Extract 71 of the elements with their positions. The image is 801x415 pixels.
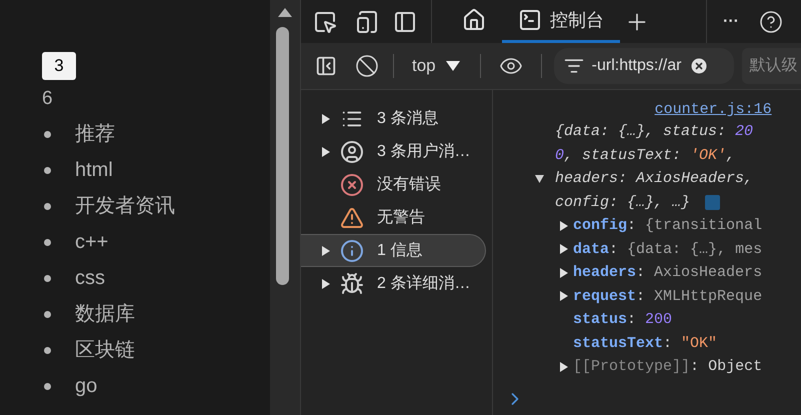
user-icon <box>340 140 364 164</box>
collapsed-triangle-icon[interactable] <box>559 220 568 231</box>
sidebar-item-label: 3 条用户消… <box>377 142 470 162</box>
sidebar-toggle-icon[interactable] <box>315 55 337 77</box>
property-row-text: statusText: "OK" <box>573 334 718 354</box>
bullet-icon <box>44 202 51 210</box>
bullet-icon <box>44 310 51 318</box>
list-item[interactable]: 开发者资讯 <box>75 191 175 221</box>
home-icon <box>462 8 486 32</box>
clear-filter-icon[interactable] <box>689 56 710 76</box>
scrollbar-thumb[interactable] <box>276 27 288 285</box>
collapsed-triangle-icon[interactable] <box>321 146 330 156</box>
list-item[interactable]: 数据库 <box>75 299 135 329</box>
collapsed-triangle-icon[interactable] <box>321 278 330 288</box>
collapsed-triangle-icon[interactable] <box>559 362 568 372</box>
number-button[interactable]: 3 <box>42 52 76 80</box>
bullet-icon <box>44 166 51 174</box>
warning-icon <box>340 206 364 230</box>
list-item[interactable]: c++ <box>75 227 108 257</box>
sidebar-item-label: 2 条详细消… <box>377 274 470 294</box>
bullet-icon <box>44 130 51 138</box>
sidebar-item[interactable]: 3 条消息 <box>301 102 492 135</box>
sidebar-item[interactable]: 没有错误 <box>301 168 492 201</box>
collapsed-triangle-icon[interactable] <box>559 291 568 302</box>
help-icon[interactable] <box>758 10 783 34</box>
sidebar-item[interactable]: 1 信息 <box>301 234 486 267</box>
more-button[interactable]: ··· <box>723 10 739 34</box>
list-item[interactable]: 区块链 <box>75 335 135 365</box>
context-dropdown[interactable]: top <box>412 53 460 79</box>
property-row-text: status: 200 <box>573 310 672 330</box>
device-icon[interactable] <box>355 10 379 34</box>
terminal-icon <box>518 8 542 32</box>
clear-icon[interactable] <box>355 54 379 78</box>
object-summary[interactable]: {data: {…}, status: 200, statusText: 'OK', headers: AxiosHeaders, config: {…}, …} <box>555 120 754 214</box>
property-row[interactable]: data: {data: {…}, mes <box>573 238 762 261</box>
property-row[interactable]: headers: AxiosHeaders <box>573 261 762 284</box>
filter-field[interactable]: -url:https://ar <box>554 48 734 84</box>
info-icon <box>340 238 364 262</box>
expanded-triangle-icon[interactable] <box>535 174 544 184</box>
scroll-up-icon[interactable] <box>278 8 292 17</box>
bullet-icon <box>44 274 51 282</box>
sidebar-item-label: 无警告 <box>377 208 425 228</box>
collapsed-triangle-icon[interactable] <box>321 246 330 256</box>
panel-icon[interactable] <box>393 10 417 34</box>
collapsed-triangle-icon[interactable] <box>321 114 330 124</box>
collapsed-triangle-icon[interactable] <box>559 268 568 278</box>
list-item[interactable]: html <box>75 155 113 185</box>
caret-icon <box>446 61 460 71</box>
sidebar-item-label: 1 信息 <box>377 240 422 260</box>
property-row[interactable]: request: XMLHttpReque <box>573 284 762 308</box>
bug-icon <box>340 272 364 296</box>
count-text: 6 <box>42 87 53 111</box>
bullet-icon <box>44 382 51 390</box>
list-item[interactable]: 推荐 <box>75 119 115 149</box>
list-item[interactable]: go <box>75 371 98 401</box>
sidebar-item[interactable]: 无警告 <box>301 201 492 234</box>
bullet-icon <box>44 238 51 246</box>
property-row[interactable]: config: {transitional <box>573 214 762 238</box>
sidebar-item[interactable]: 3 条用户消… <box>301 135 492 168</box>
sidebar-item[interactable]: 2 条详细消… <box>301 267 492 300</box>
inspect-icon[interactable] <box>313 10 337 34</box>
error-icon <box>340 172 364 196</box>
source-link[interactable]: counter.js:16 <box>654 100 772 120</box>
property-row[interactable]: [[Prototype]]: Object <box>573 355 762 378</box>
list-item[interactable]: css <box>75 263 105 293</box>
sidebar-item-label: 3 条消息 <box>377 108 438 128</box>
scrollbar[interactable] <box>270 0 300 415</box>
collapsed-triangle-icon[interactable] <box>559 244 568 254</box>
bullet-icon <box>44 346 51 354</box>
sidebar-item-label: 没有错误 <box>377 174 441 194</box>
levels-dropdown[interactable]: 默认级 <box>742 48 801 84</box>
